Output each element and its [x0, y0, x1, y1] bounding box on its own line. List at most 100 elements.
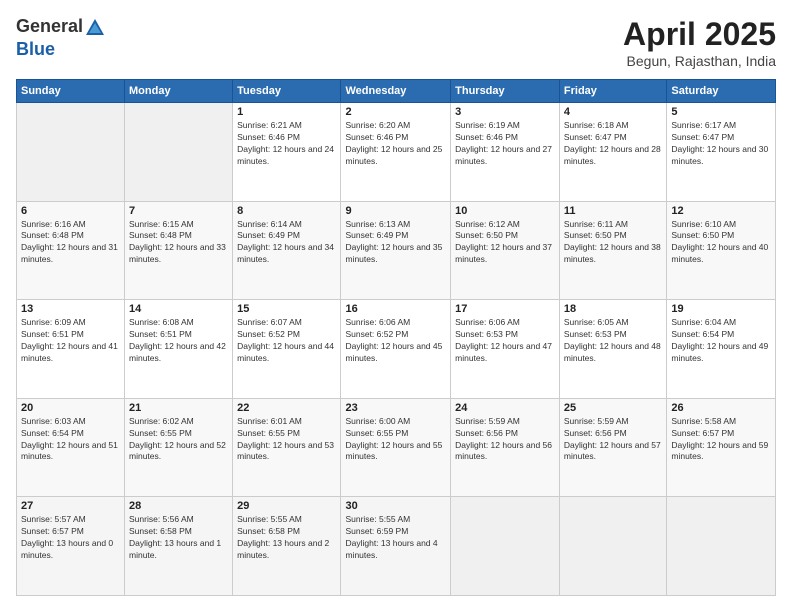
day-number: 28: [129, 500, 228, 512]
col-monday: Monday: [125, 80, 233, 103]
table-row: 12 Sunrise: 6:10 AMSunset: 6:50 PMDayligh…: [667, 201, 776, 300]
table-row: 20 Sunrise: 6:03 AMSunset: 6:54 PMDayligh…: [17, 398, 125, 497]
day-detail: Sunrise: 5:57 AMSunset: 6:57 PMDaylight:…: [21, 514, 120, 562]
day-detail: Sunrise: 6:19 AMSunset: 6:46 PMDaylight:…: [455, 120, 555, 168]
day-detail: Sunrise: 6:09 AMSunset: 6:51 PMDaylight:…: [21, 317, 120, 365]
day-number: 29: [237, 500, 336, 512]
table-row: 1 Sunrise: 6:21 AMSunset: 6:46 PMDaylight…: [233, 103, 341, 202]
table-row: 5Sunrise: 6:17 AMSunset: 6:47 PMDaylight…: [667, 103, 776, 202]
col-tuesday: Tuesday: [233, 80, 341, 103]
table-row: 17 Sunrise: 6:06 AMSunset: 6:53 PMDayligh…: [451, 300, 560, 399]
day-detail: Sunrise: 6:10 AMSunset: 6:50 PMDaylight:…: [671, 219, 771, 267]
day-detail: Sunrise: 6:06 AMSunset: 6:53 PMDaylight:…: [455, 317, 555, 365]
table-row: 15 Sunrise: 6:07 AMSunset: 6:52 PMDayligh…: [233, 300, 341, 399]
day-number: 4: [564, 106, 662, 118]
day-detail: Sunrise: 5:59 AMSunset: 6:56 PMDaylight:…: [455, 416, 555, 464]
col-saturday: Saturday: [667, 80, 776, 103]
day-detail: Sunrise: 6:03 AMSunset: 6:54 PMDaylight:…: [21, 416, 120, 464]
day-number: 15: [237, 303, 336, 315]
calendar-week-row: 27Sunrise: 5:57 AMSunset: 6:57 PMDayligh…: [17, 497, 776, 596]
day-detail: Sunrise: 5:55 AMSunset: 6:59 PMDaylight:…: [345, 514, 446, 562]
logo-icon: [84, 17, 106, 39]
day-number: 21: [129, 402, 228, 414]
table-row: 23Sunrise: 6:00 AMSunset: 6:55 PMDayligh…: [341, 398, 451, 497]
day-number: 1: [237, 106, 336, 118]
table-row: 28 Sunrise: 5:56 AMSunset: 6:58 PMDayligh…: [125, 497, 233, 596]
day-number: 17: [455, 303, 555, 315]
day-number: 11: [564, 205, 662, 217]
day-number: 24: [455, 402, 555, 414]
col-sunday: Sunday: [17, 80, 125, 103]
table-row: 8 Sunrise: 6:14 AMSunset: 6:49 PMDaylight…: [233, 201, 341, 300]
table-row: 22 Sunrise: 6:01 AMSunset: 6:55 PMDayligh…: [233, 398, 341, 497]
day-number: 18: [564, 303, 662, 315]
day-detail: Sunrise: 5:55 AMSunset: 6:58 PMDaylight:…: [237, 514, 336, 562]
table-row: 6 Sunrise: 6:16 AMSunset: 6:48 PMDaylight…: [17, 201, 125, 300]
day-detail: Sunrise: 6:13 AMSunset: 6:49 PMDaylight:…: [345, 219, 446, 267]
day-number: 7: [129, 205, 228, 217]
day-detail: Sunrise: 6:00 AMSunset: 6:55 PMDaylight:…: [345, 416, 446, 464]
day-detail: Sunrise: 6:21 AMSunset: 6:46 PMDaylight:…: [237, 120, 336, 168]
table-row: 13 Sunrise: 6:09 AMSunset: 6:51 PMDayligh…: [17, 300, 125, 399]
day-detail: Sunrise: 6:04 AMSunset: 6:54 PMDaylight:…: [671, 317, 771, 365]
header: General Blue April 2025 Begun, Rajasthan…: [16, 16, 776, 69]
day-number: 14: [129, 303, 228, 315]
table-row: 26Sunrise: 5:58 AMSunset: 6:57 PMDayligh…: [667, 398, 776, 497]
day-detail: Sunrise: 6:01 AMSunset: 6:55 PMDaylight:…: [237, 416, 336, 464]
day-number: 9: [345, 205, 446, 217]
table-row: 3 Sunrise: 6:19 AMSunset: 6:46 PMDaylight…: [451, 103, 560, 202]
calendar-week-row: 13 Sunrise: 6:09 AMSunset: 6:51 PMDayligh…: [17, 300, 776, 399]
col-friday: Friday: [559, 80, 666, 103]
day-detail: Sunrise: 6:18 AMSunset: 6:47 PMDaylight:…: [564, 120, 662, 168]
calendar-page: General Blue April 2025 Begun, Rajasthan…: [0, 0, 792, 612]
day-detail: Sunrise: 5:56 AMSunset: 6:58 PMDaylight:…: [129, 514, 228, 562]
day-number: 30: [345, 500, 446, 512]
day-number: 5: [671, 106, 771, 118]
logo-text: General Blue: [16, 16, 107, 60]
calendar-week-row: 20 Sunrise: 6:03 AMSunset: 6:54 PMDayligh…: [17, 398, 776, 497]
table-row: 7 Sunrise: 6:15 AMSunset: 6:48 PMDaylight…: [125, 201, 233, 300]
day-detail: Sunrise: 6:07 AMSunset: 6:52 PMDaylight:…: [237, 317, 336, 365]
table-row: 16Sunrise: 6:06 AMSunset: 6:52 PMDayligh…: [341, 300, 451, 399]
table-row: 21 Sunrise: 6:02 AMSunset: 6:55 PMDayligh…: [125, 398, 233, 497]
day-number: 19: [671, 303, 771, 315]
table-row: 27Sunrise: 5:57 AMSunset: 6:57 PMDayligh…: [17, 497, 125, 596]
table-row: 25 Sunrise: 5:59 AMSunset: 6:56 PMDayligh…: [559, 398, 666, 497]
table-row: 18Sunrise: 6:05 AMSunset: 6:53 PMDayligh…: [559, 300, 666, 399]
location: Begun, Rajasthan, India: [623, 53, 776, 69]
table-row: 14Sunrise: 6:08 AMSunset: 6:51 PMDayligh…: [125, 300, 233, 399]
month-title: April 2025: [623, 16, 776, 53]
day-number: 8: [237, 205, 336, 217]
day-number: 20: [21, 402, 120, 414]
logo: General Blue: [16, 16, 107, 60]
day-detail: Sunrise: 6:02 AMSunset: 6:55 PMDaylight:…: [129, 416, 228, 464]
table-row: 2Sunrise: 6:20 AMSunset: 6:46 PMDaylight…: [341, 103, 451, 202]
table-row: 24 Sunrise: 5:59 AMSunset: 6:56 PMDayligh…: [451, 398, 560, 497]
day-number: 13: [21, 303, 120, 315]
day-detail: Sunrise: 6:15 AMSunset: 6:48 PMDaylight:…: [129, 219, 228, 267]
table-row: [17, 103, 125, 202]
day-detail: Sunrise: 6:16 AMSunset: 6:48 PMDaylight:…: [21, 219, 120, 267]
day-detail: Sunrise: 5:58 AMSunset: 6:57 PMDaylight:…: [671, 416, 771, 464]
table-row: 29 Sunrise: 5:55 AMSunset: 6:58 PMDayligh…: [233, 497, 341, 596]
header-row: Sunday Monday Tuesday Wednesday Thursday…: [17, 80, 776, 103]
day-detail: Sunrise: 5:59 AMSunset: 6:56 PMDaylight:…: [564, 416, 662, 464]
day-detail: Sunrise: 6:14 AMSunset: 6:49 PMDaylight:…: [237, 219, 336, 267]
day-number: 10: [455, 205, 555, 217]
day-detail: Sunrise: 6:06 AMSunset: 6:52 PMDaylight:…: [345, 317, 446, 365]
day-number: 3: [455, 106, 555, 118]
title-block: April 2025 Begun, Rajasthan, India: [623, 16, 776, 69]
table-row: 19 Sunrise: 6:04 AMSunset: 6:54 PMDayligh…: [667, 300, 776, 399]
day-detail: Sunrise: 6:12 AMSunset: 6:50 PMDaylight:…: [455, 219, 555, 267]
table-row: 30 Sunrise: 5:55 AMSunset: 6:59 PMDayligh…: [341, 497, 451, 596]
table-row: [451, 497, 560, 596]
logo-blue: Blue: [16, 39, 55, 59]
table-row: 9 Sunrise: 6:13 AMSunset: 6:49 PMDaylight…: [341, 201, 451, 300]
day-number: 6: [21, 205, 120, 217]
day-number: 25: [564, 402, 662, 414]
table-row: [559, 497, 666, 596]
table-row: [125, 103, 233, 202]
day-number: 12: [671, 205, 771, 217]
day-number: 22: [237, 402, 336, 414]
col-thursday: Thursday: [451, 80, 560, 103]
